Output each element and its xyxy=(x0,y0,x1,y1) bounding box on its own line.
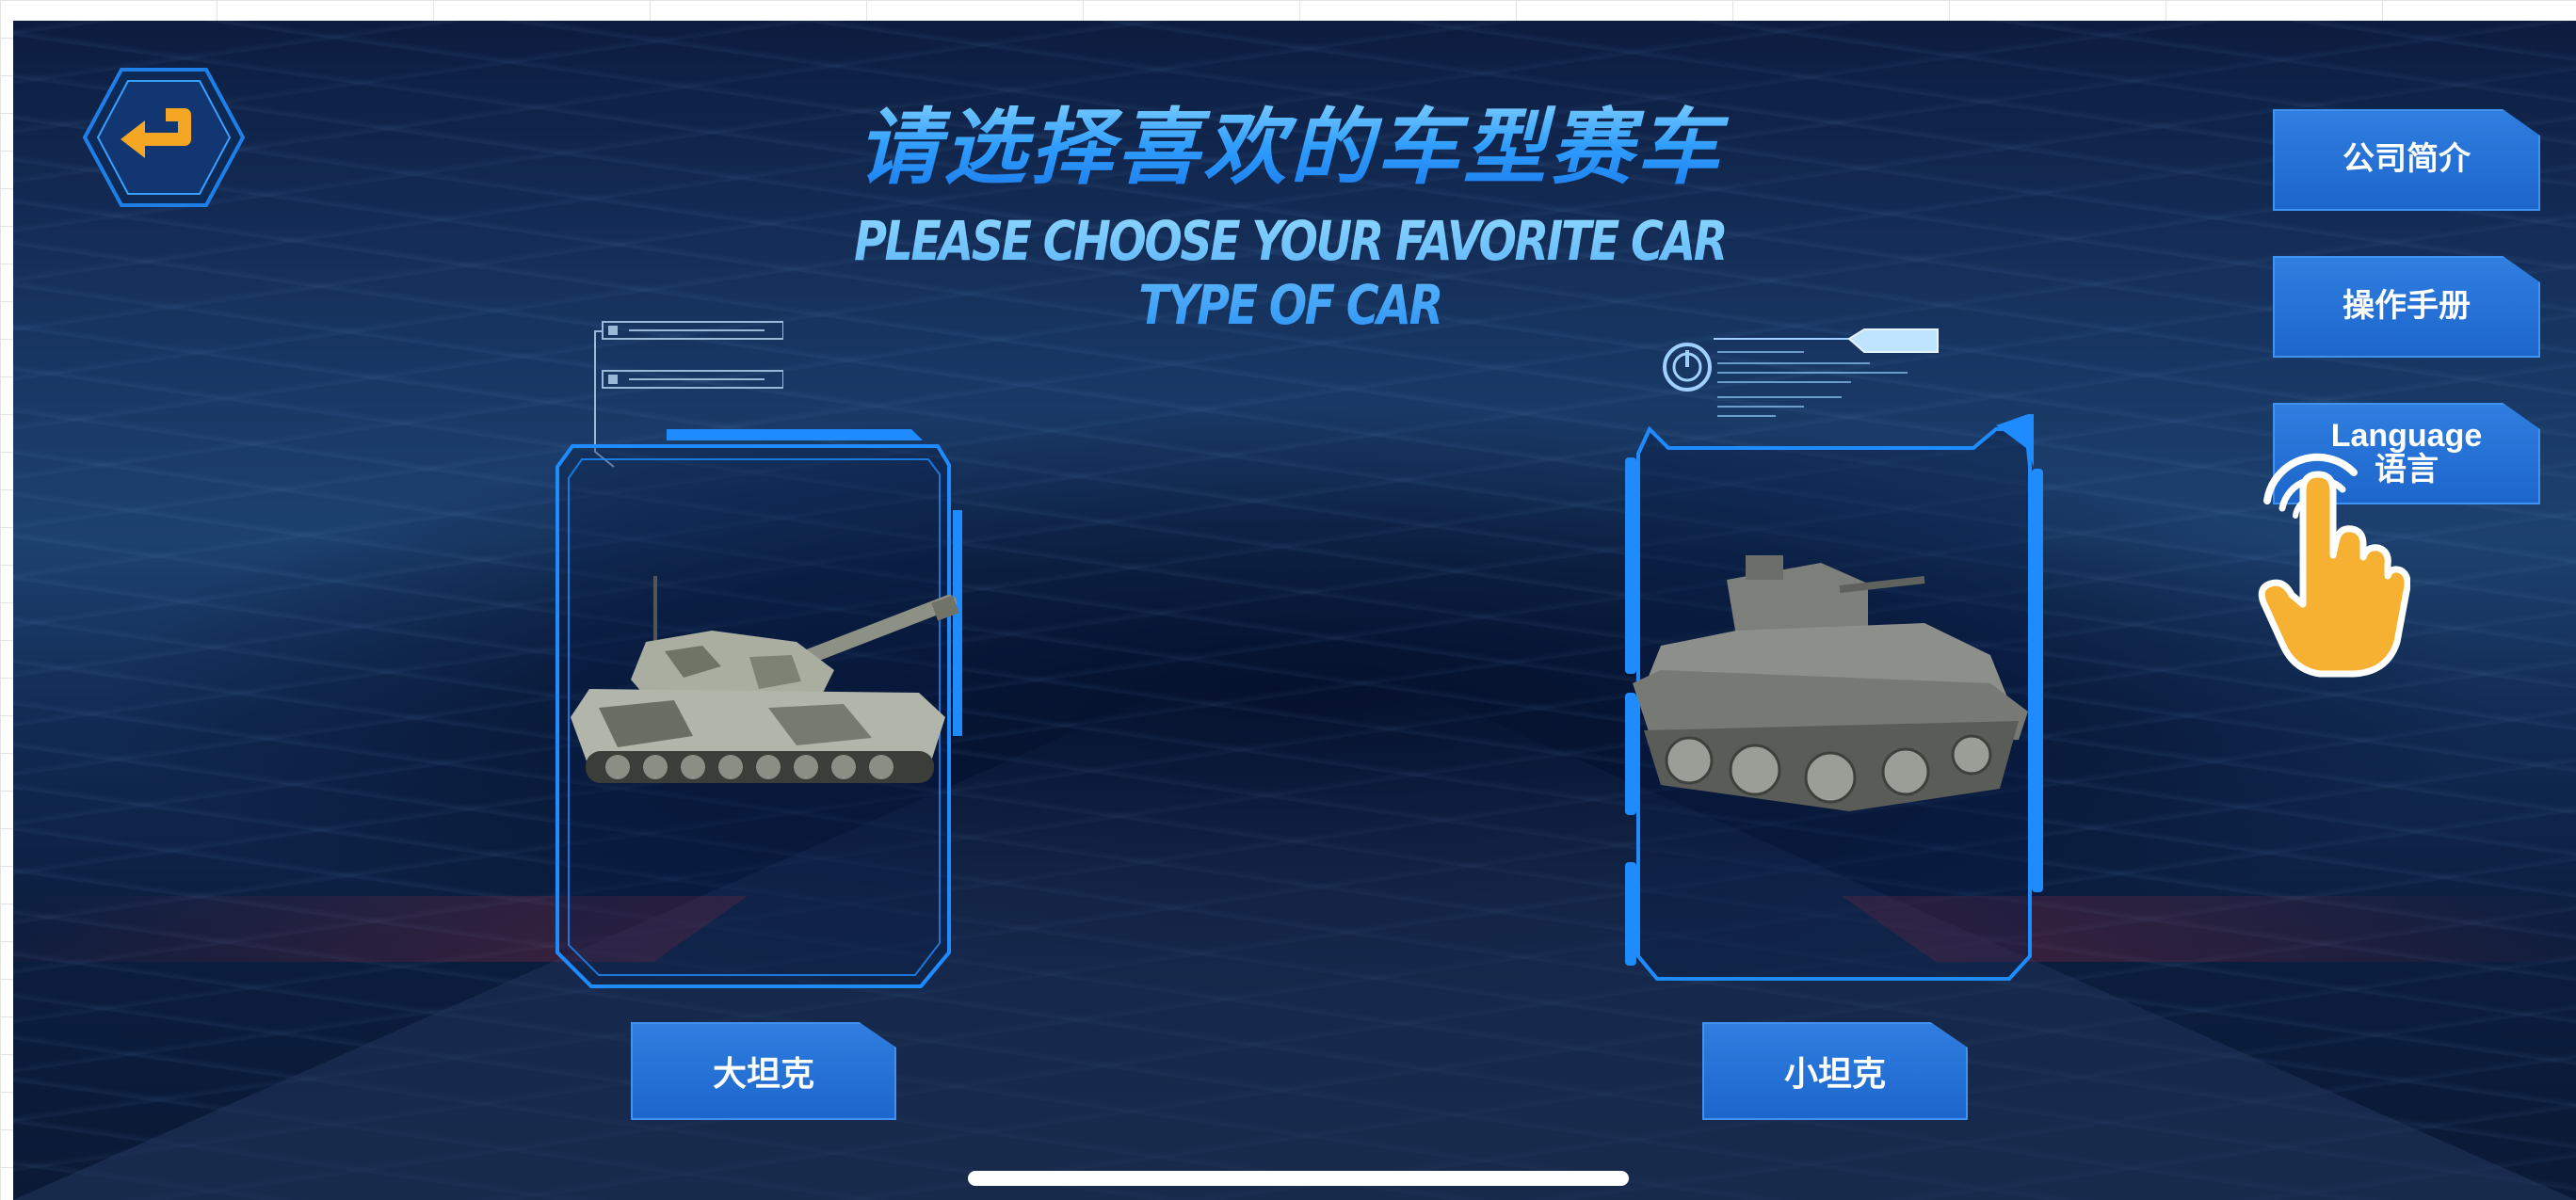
home-indicator[interactable] xyxy=(968,1171,1629,1186)
return-arrow-icon xyxy=(82,68,246,207)
manual-button[interactable]: 操作手册 xyxy=(2273,256,2540,358)
big-tank-label: 大坦克 xyxy=(712,1054,814,1093)
small-tank-button[interactable]: 小坦克 xyxy=(1702,1022,1968,1120)
big-tank-image xyxy=(571,576,959,783)
company-intro-label: 公司简介 xyxy=(2343,141,2471,178)
page-subtitle: PLEASE CHOOSE YOUR FAVORITE CAR TYPE OF … xyxy=(803,209,1776,337)
back-button[interactable] xyxy=(79,62,249,213)
small-tank-image xyxy=(1633,555,2028,811)
manual-label: 操作手册 xyxy=(2343,288,2471,325)
tap-hand-icon xyxy=(2241,435,2411,680)
vehicle-card-small-tank[interactable] xyxy=(1623,410,2043,986)
vehicle-card-big-tank[interactable] xyxy=(554,425,968,990)
big-tank-button[interactable]: 大坦克 xyxy=(631,1022,896,1120)
company-intro-button[interactable]: 公司简介 xyxy=(2273,109,2540,211)
page-title: 请选择喜欢的车型赛车 xyxy=(697,81,1883,200)
small-tank-label: 小坦克 xyxy=(1783,1054,1886,1093)
